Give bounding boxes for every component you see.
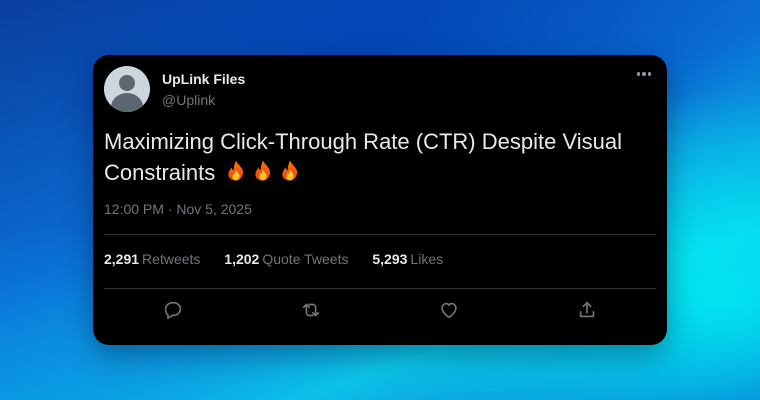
more-dot (636, 72, 641, 76)
divider (104, 234, 656, 235)
divider (104, 288, 656, 289)
engagement-stats: 2,291 Retweets 1,202 Quote Tweets 5,293 Lik… (104, 251, 463, 267)
likes-stat[interactable]: 5,293 Likes (372, 251, 443, 267)
reply-icon (164, 301, 182, 320)
share-icon (579, 301, 595, 318)
more-dot (642, 72, 646, 76)
fire-icon (255, 160, 271, 181)
author-handle[interactable]: @Uplink (162, 92, 215, 108)
like-button[interactable] (437, 298, 461, 322)
avatar-head (119, 75, 135, 91)
like-icon (441, 302, 457, 319)
share-button[interactable] (575, 298, 599, 322)
quote-tweets-count: 1,202 (224, 251, 260, 267)
tweet-card: UpLink Files @Uplink Maximizing Click-Th… (93, 55, 667, 345)
retweets-count: 2,291 (104, 251, 140, 267)
fire-icon (228, 160, 244, 181)
more-dot (647, 72, 652, 76)
likes-label: Likes (410, 251, 444, 267)
tweet-timestamp[interactable]: 12:00 PM · Nov 5, 2025 (104, 201, 252, 217)
fire-emoji-group (221, 160, 302, 185)
retweets-label: Retweets (142, 251, 201, 267)
reply-button[interactable] (161, 298, 185, 322)
fire-icon (282, 160, 298, 181)
likes-count: 5,293 (372, 251, 408, 267)
retweets-stat[interactable]: 2,291 Retweets (104, 251, 200, 267)
author-name[interactable]: UpLink Files (162, 71, 245, 87)
quote-tweets-label: Quote Tweets (262, 251, 349, 267)
retweet-button[interactable] (299, 298, 323, 322)
avatar-shoulders (111, 93, 143, 112)
tweet-text: Maximizing Click-Through Rate (CTR) Desp… (104, 126, 654, 188)
avatar[interactable] (104, 66, 150, 112)
tweet-body: Maximizing Click-Through Rate (CTR) Desp… (104, 129, 622, 185)
more-options-icon[interactable] (633, 65, 655, 83)
quote-tweets-stat[interactable]: 1,202 Quote Tweets (224, 251, 348, 267)
retweet-icon (302, 303, 320, 317)
